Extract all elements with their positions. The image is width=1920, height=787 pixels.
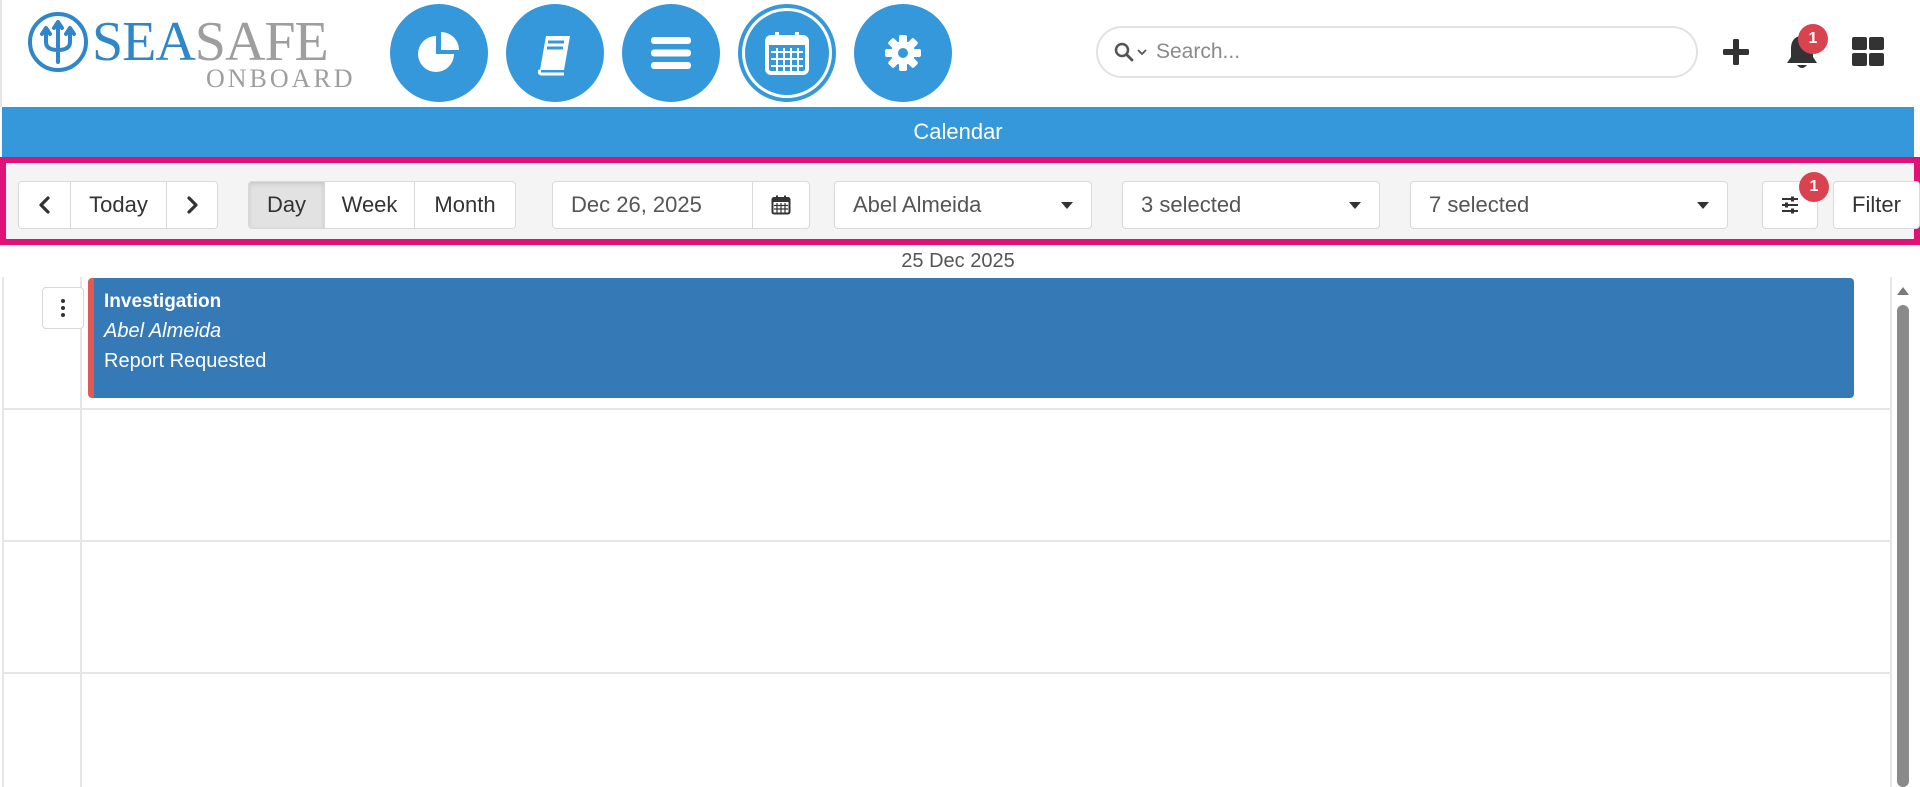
search-scope-toggle[interactable] bbox=[1114, 42, 1148, 62]
search-box[interactable] bbox=[1096, 26, 1698, 78]
add-button[interactable] bbox=[1716, 30, 1756, 74]
nav-dashboard-button[interactable] bbox=[390, 4, 488, 102]
status-multiselect-value: 7 selected bbox=[1429, 192, 1530, 217]
logo-subtitle: ONBOARD bbox=[206, 64, 356, 93]
grid-gutter-divider bbox=[80, 277, 82, 787]
nav-calendar-inner bbox=[745, 11, 829, 95]
view-day-button[interactable]: Day bbox=[249, 182, 325, 228]
view-month-button[interactable]: Month bbox=[415, 182, 515, 228]
kebab-dot bbox=[61, 299, 65, 303]
date-navigation: Today bbox=[18, 181, 218, 229]
day-grid: Investigation Abel Almeida Report Reques… bbox=[2, 277, 1892, 787]
category-multiselect-value: 3 selected bbox=[1141, 192, 1242, 217]
list-icon bbox=[651, 37, 691, 69]
event-status: Report Requested bbox=[104, 350, 267, 372]
trident-logo-icon bbox=[28, 12, 88, 72]
row-options-button[interactable] bbox=[42, 287, 84, 329]
person-select[interactable]: Abel Almeida bbox=[834, 181, 1092, 229]
page-title: Calendar bbox=[913, 119, 1003, 144]
status-multiselect[interactable]: 7 selected bbox=[1410, 181, 1728, 229]
pie-chart-icon bbox=[418, 32, 459, 72]
nav-logbook-button[interactable] bbox=[506, 4, 604, 102]
person-select-value: Abel Almeida bbox=[853, 192, 982, 217]
filter-button[interactable]: Filter bbox=[1833, 181, 1920, 229]
scroll-thumb[interactable] bbox=[1897, 305, 1909, 787]
today-button[interactable]: Today bbox=[71, 182, 167, 228]
search-input[interactable] bbox=[1156, 40, 1676, 64]
day-header: 25 Dec 2025 bbox=[2, 245, 1914, 277]
header-actions: 1 bbox=[1716, 24, 1888, 76]
notifications-button[interactable]: 1 bbox=[1782, 24, 1828, 74]
next-button[interactable] bbox=[167, 182, 217, 228]
category-multiselect[interactable]: 3 selected bbox=[1122, 181, 1380, 229]
grid-icon bbox=[1852, 37, 1884, 66]
event-person: Abel Almeida bbox=[104, 320, 222, 342]
caret-down-icon bbox=[1349, 201, 1361, 209]
previous-button[interactable] bbox=[19, 182, 71, 228]
filter-count-badge: 1 bbox=[1799, 172, 1829, 202]
chevron-right-icon bbox=[187, 196, 198, 214]
search-icon bbox=[1114, 42, 1134, 62]
caret-down-icon bbox=[1697, 201, 1709, 209]
day-header-date: 25 Dec 2025 bbox=[901, 249, 1015, 272]
filter-settings-button[interactable]: 1 bbox=[1762, 172, 1829, 229]
gear-icon bbox=[885, 35, 921, 71]
grid-row-divider bbox=[4, 672, 1892, 674]
kebab-dot bbox=[61, 306, 65, 310]
kebab-dot bbox=[61, 313, 65, 317]
nav-calendar-button[interactable] bbox=[738, 4, 836, 102]
calendar-event[interactable]: Investigation Abel Almeida Report Reques… bbox=[88, 278, 1854, 398]
caret-down-icon bbox=[1061, 201, 1073, 209]
nav-menu-button[interactable] bbox=[622, 4, 720, 102]
date-input[interactable]: Dec 26, 2025 bbox=[553, 182, 754, 228]
chevron-left-icon bbox=[38, 196, 50, 214]
app-header: SEASAFE ONBOARD Search... 1 bbox=[0, 0, 1920, 107]
grid-row-divider bbox=[4, 540, 1892, 542]
chevron-down-icon bbox=[1137, 49, 1147, 56]
notification-count-badge: 1 bbox=[1798, 24, 1828, 54]
book-icon bbox=[537, 36, 570, 76]
date-picker: Dec 26, 2025 bbox=[552, 181, 810, 229]
nav-settings-button[interactable] bbox=[854, 4, 952, 102]
calendar-title-bar: Calendar bbox=[2, 107, 1914, 157]
date-picker-button[interactable] bbox=[753, 182, 809, 228]
event-title: Investigation bbox=[104, 291, 222, 312]
apps-grid-button[interactable] bbox=[1848, 30, 1888, 74]
calendar-toolbar: Today Day Week Month Dec 26, 2025 Abel A… bbox=[0, 157, 1920, 245]
plus-icon bbox=[1723, 39, 1749, 65]
seasafe-logo[interactable]: SEASAFE ONBOARD bbox=[26, 10, 356, 93]
calendar-small-icon bbox=[771, 195, 791, 215]
view-week-button[interactable]: Week bbox=[325, 182, 415, 228]
grid-row-divider bbox=[4, 408, 1892, 410]
scroll-up-arrow[interactable] bbox=[1897, 287, 1909, 295]
vertical-scrollbar[interactable] bbox=[1892, 277, 1914, 787]
view-switcher: Day Week Month bbox=[248, 181, 516, 229]
logo-wordmark: SEASAFE bbox=[92, 11, 329, 73]
calendar-icon bbox=[765, 32, 809, 75]
main-nav bbox=[390, 4, 952, 102]
sliders-icon bbox=[1782, 196, 1798, 214]
